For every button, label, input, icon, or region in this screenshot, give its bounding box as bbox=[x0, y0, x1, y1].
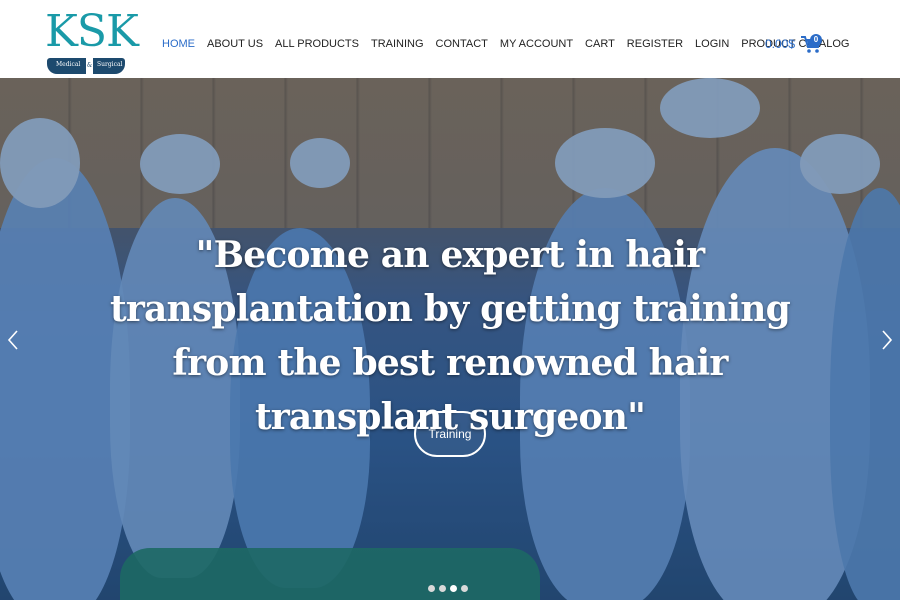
nav-about-us[interactable]: ABOUT US bbox=[207, 36, 263, 52]
ksk-logo[interactable]: KSK Medical & Surgical bbox=[45, 6, 139, 76]
training-button[interactable]: Training bbox=[414, 411, 486, 457]
nav-cart[interactable]: CART bbox=[585, 36, 615, 52]
site-header: KSK Medical & Surgical HOME ABOUT US ALL… bbox=[0, 0, 900, 78]
slider-dot[interactable] bbox=[439, 585, 446, 592]
nav-login[interactable]: LOGIN bbox=[695, 36, 729, 52]
nav-all-products[interactable]: ALL PRODUCTS bbox=[275, 36, 359, 52]
logo-tag-amp: & bbox=[86, 58, 93, 74]
logo-tag-medical: Medical bbox=[56, 61, 81, 68]
chevron-left-icon[interactable] bbox=[6, 330, 20, 350]
hero-slider: "Become an expert in hair transplantatio… bbox=[0, 78, 900, 600]
nav-contact[interactable]: CONTACT bbox=[436, 36, 488, 52]
slider-dot[interactable] bbox=[461, 585, 468, 592]
nav-training[interactable]: TRAINING bbox=[371, 36, 424, 52]
main-nav: HOME ABOUT US ALL PRODUCTS TRAINING CONT… bbox=[162, 36, 861, 52]
slider-dots bbox=[428, 585, 468, 592]
cart-total[interactable]: 0.00$ bbox=[765, 36, 795, 52]
logo-tag-surgical: Surgical bbox=[97, 61, 123, 68]
nav-home[interactable]: HOME bbox=[162, 36, 195, 52]
nav-register[interactable]: REGISTER bbox=[627, 36, 683, 52]
cart-count-badge: 0 bbox=[810, 34, 822, 46]
chevron-right-icon[interactable] bbox=[880, 330, 894, 350]
logo-wordmark: KSK bbox=[45, 6, 139, 57]
nav-product-catalog[interactable]: PRODUCT CATALOG bbox=[741, 36, 849, 52]
slider-dot[interactable] bbox=[428, 585, 435, 592]
logo-tagline-band: Medical & Surgical bbox=[47, 58, 125, 74]
nav-my-account[interactable]: MY ACCOUNT bbox=[500, 36, 573, 52]
slider-dot-active[interactable] bbox=[450, 585, 457, 592]
